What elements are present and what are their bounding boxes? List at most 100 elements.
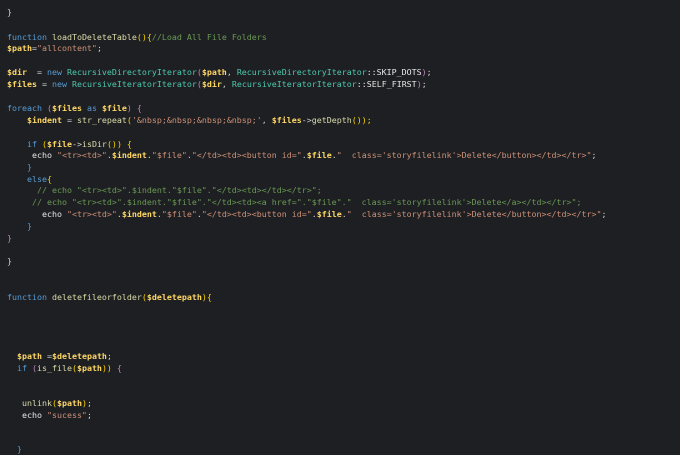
- code-token: // echo "<tr><td>".$indent."$file"."</td…: [7, 197, 582, 207]
- code-token: ;: [591, 150, 597, 160]
- code-token: "sucess": [46, 410, 87, 420]
- code-line: }: [7, 221, 32, 232]
- code-token: echo: [7, 150, 57, 160]
- code-token: =: [41, 351, 52, 361]
- code-token: ;: [86, 398, 92, 408]
- code-token: $deletepath: [51, 351, 107, 361]
- code-line: echo "<tr><td>".$indent."$file"."</td><t…: [7, 209, 607, 220]
- code-token: ::SKIP_DOTS: [366, 67, 422, 77]
- code-line: if ($file->isDir()) {: [7, 139, 132, 150]
- code-token: $file: [306, 150, 332, 160]
- code-token: " class='storyfilelink'>Delete</button><…: [346, 209, 602, 219]
- code-token: );: [361, 115, 372, 125]
- code-line: $files = new RecursiveIteratorIterator($…: [7, 79, 427, 90]
- code-token: echo: [7, 209, 67, 219]
- code-token: =: [26, 67, 47, 77]
- code-line: }: [7, 444, 22, 455]
- code-line: $dir = new RecursiveDirectoryIterator($p…: [7, 67, 432, 78]
- code-line: // echo "<tr><td>".$indent."$file"."</td…: [7, 185, 322, 196]
- code-line: // echo "<tr><td>".$indent."$file"."</td…: [7, 197, 581, 208]
- code-token: }: [7, 162, 32, 172]
- code-token: $file: [46, 139, 72, 149]
- code-token: ,: [261, 115, 272, 125]
- code-token: ::SELF_FIRST: [356, 79, 417, 89]
- code-token: RecursiveIteratorIterator: [71, 79, 197, 89]
- code-line: $indent = str_repeat('&nbsp;&nbsp;&nbsp;…: [7, 115, 372, 126]
- code-line: else{: [7, 174, 52, 185]
- code-token: {: [46, 174, 52, 184]
- code-token: if: [7, 363, 32, 373]
- code-token: $files: [51, 103, 82, 113]
- code-token: function: [7, 292, 52, 302]
- code-token: ,: [221, 79, 232, 89]
- code-token: RecursiveIteratorIterator: [231, 79, 357, 89]
- code-token: as: [81, 103, 102, 113]
- code-token: else: [7, 174, 47, 184]
- code-line: echo "<tr><td>".$indent."$file"."</td><t…: [7, 150, 597, 161]
- code-token: $indent: [121, 209, 157, 219]
- code-token: deletefileorfolder: [51, 292, 142, 302]
- code-line: }: [7, 256, 12, 267]
- code-line: if (is_file($path)) {: [7, 363, 122, 374]
- code-token: '&nbsp;&nbsp;&nbsp;&nbsp;': [131, 115, 262, 125]
- code-token: "allcontent": [36, 43, 97, 53]
- code-line: foreach ($files as $file) {: [7, 103, 142, 114]
- code-token: RecursiveDirectoryIterator: [66, 67, 197, 77]
- code-token: ;: [106, 351, 112, 361]
- code-token: isDir: [81, 139, 107, 149]
- code-token: ;: [601, 209, 607, 219]
- code-token: $file: [101, 103, 127, 113]
- code-token: }: [7, 7, 12, 17]
- code-token: function: [7, 32, 52, 42]
- code-token: }: [7, 221, 32, 231]
- code-token: is_file: [36, 363, 72, 373]
- code-token: $dir: [7, 67, 27, 77]
- code-token: =: [36, 79, 52, 89]
- code-token: loadToDeleteTable: [51, 32, 137, 42]
- code-editor[interactable]: } function loadToDeleteTable(){//Load Al…: [0, 0, 680, 455]
- code-token: // echo "<tr><td>".$indent."$file"."</td…: [7, 185, 322, 195]
- code-token: (): [351, 115, 362, 125]
- code-token: $indent: [111, 150, 147, 160]
- code-token: $file: [316, 209, 342, 219]
- code-line: echo "sucess";: [7, 410, 92, 421]
- code-line: }: [7, 233, 12, 244]
- code-token: if: [7, 139, 42, 149]
- code-token: $indent: [26, 115, 62, 125]
- code-line: function loadToDeleteTable(){//Load All …: [7, 32, 267, 43]
- code-token: getDepth: [311, 115, 352, 125]
- code-token: (): [106, 139, 117, 149]
- code-token: $files: [271, 115, 302, 125]
- code-token: ){: [201, 292, 212, 302]
- code-token: $files: [7, 79, 37, 89]
- code-token: $path: [17, 351, 42, 361]
- code-token: //Load All File Folders: [151, 32, 267, 42]
- code-token: $path: [201, 67, 227, 77]
- code-token: new: [46, 67, 67, 77]
- code-token: }: [7, 233, 12, 243]
- code-line: unlink($path);: [7, 398, 92, 409]
- code-token: $path: [76, 363, 102, 373]
- code-token: ;: [96, 43, 102, 53]
- code-line: }: [7, 7, 12, 18]
- code-token: }: [7, 256, 12, 266]
- code-token: ;: [421, 79, 427, 89]
- code-token: "$file": [151, 150, 187, 160]
- code-token: echo: [7, 410, 47, 420]
- code-token: "</td><td><button id=": [191, 150, 302, 160]
- code-token: RecursiveDirectoryIterator: [236, 67, 367, 77]
- code-token: "<tr><td>": [56, 150, 107, 160]
- code-token: {: [131, 103, 142, 113]
- code-token: new: [51, 79, 72, 89]
- code-token: ->: [301, 115, 312, 125]
- code-token: {: [111, 363, 122, 373]
- code-token: str_repeat: [76, 115, 127, 125]
- code-token: ->: [71, 139, 82, 149]
- code-token: $path: [56, 398, 82, 408]
- code-token: unlink: [22, 398, 52, 408]
- code-token: {: [121, 139, 132, 149]
- code-token: $path: [7, 43, 32, 53]
